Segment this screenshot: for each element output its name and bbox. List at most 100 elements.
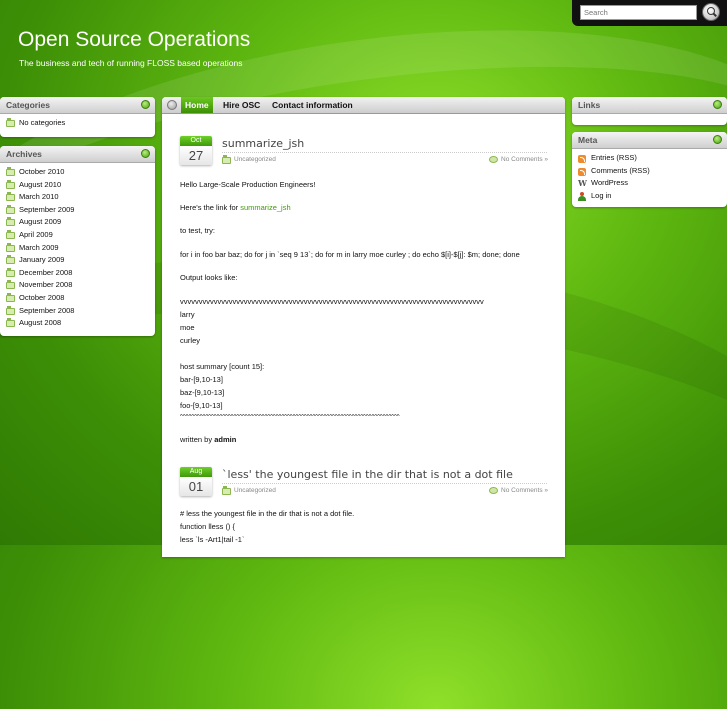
author-link[interactable]: admin: [214, 435, 236, 444]
meta-link-entries-rss[interactable]: Entries (RSS): [578, 152, 721, 165]
user-icon: [578, 191, 586, 201]
post-day: 01: [180, 477, 212, 496]
archive-link[interactable]: April 2009: [6, 229, 149, 242]
archive-link[interactable]: November 2008: [6, 279, 149, 292]
post-code: bar-[9,10-13]: [180, 375, 223, 384]
comment-bubble-icon: [489, 487, 499, 494]
post-date-calendar: Oct 27: [180, 136, 212, 165]
folder-icon: [6, 192, 15, 202]
divider: [222, 152, 547, 153]
archive-link[interactable]: March 2010: [6, 191, 149, 204]
folder-icon: [6, 179, 15, 189]
post-month: Aug: [180, 467, 212, 477]
widget-title: Meta: [578, 135, 598, 145]
post-code: less `ls -Art1|tail -1`: [180, 535, 245, 544]
site-description: The business and tech of running FLOSS b…: [19, 58, 243, 68]
post-code: vvvvvvvvvvvvvvvvvvvvvvvvvvvvvvvvvvvvvvvv…: [180, 297, 484, 306]
site-title[interactable]: Open Source Operations: [18, 28, 250, 52]
folder-icon: [222, 486, 231, 495]
meta-link-login[interactable]: Log in: [578, 190, 721, 203]
archive-link[interactable]: August 2010: [6, 179, 149, 192]
widget-title: Archives: [6, 149, 42, 159]
post-author: written by admin: [180, 435, 237, 444]
archive-link[interactable]: August 2008: [6, 317, 149, 330]
nav-home[interactable]: Home: [181, 97, 213, 113]
post-code: moe: [180, 323, 195, 332]
archives-widget: Archives October 2010 August 2010 March …: [0, 146, 155, 336]
rss-icon: [578, 155, 586, 163]
post-comments-link[interactable]: No Comments »: [489, 156, 548, 163]
list-item: No categories: [6, 117, 149, 130]
meta-widget: Meta Entries (RSS) Comments (RSS) W WordP…: [572, 132, 727, 207]
folder-icon: [6, 318, 15, 328]
divider: [222, 483, 547, 484]
post-code: foo-[9,10-13]: [180, 401, 223, 410]
folder-icon: [6, 242, 15, 252]
folder-icon: [6, 305, 15, 315]
nav-bar: Home Hire OSC Contact information: [162, 97, 565, 114]
post-category[interactable]: Uncategorized: [222, 155, 276, 164]
widget-header: Categories: [0, 97, 155, 114]
search-bar: [572, 0, 727, 26]
widget-header: Archives: [0, 146, 155, 163]
post-code: larry: [180, 310, 195, 319]
links-widget: Links: [572, 97, 727, 125]
post-code: for i in foo bar baz; do for j in `seq 9…: [180, 250, 520, 259]
post-date-calendar: Aug 01: [180, 467, 212, 496]
post-code: host summary [count 15]:: [180, 362, 265, 371]
folder-icon: [6, 204, 15, 214]
post-title[interactable]: `less' the youngest file in the dir that…: [222, 468, 513, 481]
archive-link[interactable]: October 2008: [6, 292, 149, 305]
archive-link[interactable]: January 2009: [6, 254, 149, 267]
post-text: Here's the link for summarize_jsh: [180, 203, 291, 212]
archive-link[interactable]: August 2009: [6, 216, 149, 229]
post-comments-link[interactable]: No Comments »: [489, 487, 548, 494]
summarize-jsh-link[interactable]: summarize_jsh: [240, 203, 290, 212]
post-category[interactable]: Uncategorized: [222, 486, 276, 495]
widget-header: Meta: [572, 132, 727, 149]
comment-bubble-icon: [489, 156, 499, 163]
search-input[interactable]: [580, 5, 697, 20]
folder-icon: [6, 267, 15, 277]
nav-contact-information[interactable]: Contact information: [268, 97, 357, 113]
archive-link[interactable]: October 2010: [6, 166, 149, 179]
meta-link-wordpress[interactable]: W WordPress: [578, 177, 721, 190]
archive-link[interactable]: December 2008: [6, 267, 149, 280]
widget-title: Links: [578, 100, 601, 110]
folder-icon: [222, 155, 231, 164]
archive-link[interactable]: September 2008: [6, 305, 149, 318]
post-title[interactable]: summarize_jsh: [222, 137, 304, 150]
main-content: Home Hire OSC Contact information Oct 27…: [162, 97, 565, 557]
post: Oct 27 summarize_jsh Uncategorized No Co…: [180, 136, 548, 456]
post-day: 27: [180, 146, 212, 165]
collapse-icon[interactable]: [713, 100, 722, 109]
widget-header: Links: [572, 97, 727, 114]
folder-icon: [6, 118, 15, 127]
folder-icon: [6, 167, 15, 176]
collapse-icon[interactable]: [713, 135, 722, 144]
rss-icon: [578, 167, 586, 176]
post-code: curley: [180, 336, 201, 345]
post-text: Output looks like:: [180, 273, 238, 282]
nav-dot-icon: [167, 100, 177, 110]
nav-hire-osc[interactable]: Hire OSC: [219, 97, 264, 113]
archive-link[interactable]: March 2009: [6, 242, 149, 255]
wordpress-icon: W: [578, 178, 587, 189]
post-code: baz-[9,10-13]: [180, 388, 225, 397]
post-text: Hello Large-Scale Production Engineers!: [180, 180, 316, 189]
collapse-icon[interactable]: [141, 100, 150, 109]
widget-title: Categories: [6, 100, 50, 110]
categories-widget: Categories No categories: [0, 97, 155, 137]
collapse-icon[interactable]: [141, 149, 150, 158]
folder-icon: [6, 217, 15, 227]
post-code: # less the youngest file in the dir that…: [180, 509, 355, 518]
archive-link[interactable]: September 2009: [6, 204, 149, 217]
search-button[interactable]: [702, 3, 720, 21]
folder-icon: [6, 292, 15, 302]
post-code: ^^^^^^^^^^^^^^^^^^^^^^^^^^^^^^^^^^^^^^^^…: [180, 414, 400, 420]
meta-link-comments-rss[interactable]: Comments (RSS): [578, 165, 721, 178]
folder-icon: [6, 255, 15, 265]
folder-icon: [6, 280, 15, 290]
folder-icon: [6, 229, 15, 239]
post-month: Oct: [180, 136, 212, 146]
